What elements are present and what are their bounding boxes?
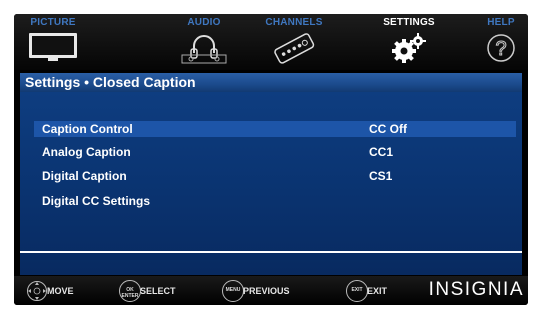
hint-label: SELECT: [140, 286, 176, 296]
setting-value: CC1: [369, 145, 394, 159]
help-icon: ?: [487, 34, 515, 62]
tab-channels[interactable]: CHANNELS: [254, 14, 334, 70]
hint-label: PREVIOUS: [243, 286, 290, 296]
hint-label: EXIT: [367, 286, 388, 296]
setting-value: CC Off: [369, 122, 407, 136]
setting-label: Digital CC Settings: [42, 194, 151, 208]
tab-help[interactable]: HELP ?: [476, 14, 526, 70]
remote-icon: [274, 33, 315, 64]
hint-label: MOVE: [47, 286, 74, 296]
setting-label: Analog Caption: [42, 145, 131, 159]
page-title: Settings • Closed Caption: [25, 74, 196, 90]
brand-logo: INSIGNIA: [428, 279, 524, 300]
button-hint-bar: MOVE OK ENTER SELECT MENU PREVIOUS EXIT …: [14, 276, 528, 305]
setting-row-caption-control[interactable]: Caption Control CC Off: [34, 121, 516, 137]
settings-panel: Caption Control CC Off Analog Caption CC…: [20, 92, 522, 275]
panel-divider: [20, 251, 522, 253]
setting-row-analog-caption[interactable]: Analog Caption CC1: [34, 144, 516, 160]
setting-value: CS1: [369, 169, 393, 183]
svg-text:?: ?: [495, 38, 506, 60]
dpad-icon: [27, 281, 47, 301]
setting-row-digital-cc-settings[interactable]: Digital CC Settings: [34, 193, 516, 209]
tab-settings[interactable]: SETTINGS: [369, 14, 449, 70]
tv-screen: PICTURE AUDIO CHANNELS SETTINGS HELP ? S…: [14, 14, 528, 305]
menu-key-icon: MENU: [222, 280, 244, 302]
tab-audio[interactable]: AUDIO: [169, 14, 239, 70]
tab-picture[interactable]: PICTURE: [20, 14, 86, 70]
headphones-icon: [181, 35, 227, 64]
page-title-bar: Settings • Closed Caption: [20, 73, 522, 92]
tv-icon: [29, 33, 77, 61]
ok-enter-key-icon: OK ENTER: [119, 280, 141, 302]
setting-label: Digital Caption: [42, 169, 127, 183]
setting-label: Caption Control: [42, 122, 133, 136]
gears-icon: [392, 33, 426, 63]
setting-row-digital-caption[interactable]: Digital Caption CS1: [34, 168, 516, 184]
exit-key-icon: EXIT: [346, 280, 368, 302]
menu-tab-bar: PICTURE AUDIO CHANNELS SETTINGS HELP ?: [14, 14, 528, 70]
